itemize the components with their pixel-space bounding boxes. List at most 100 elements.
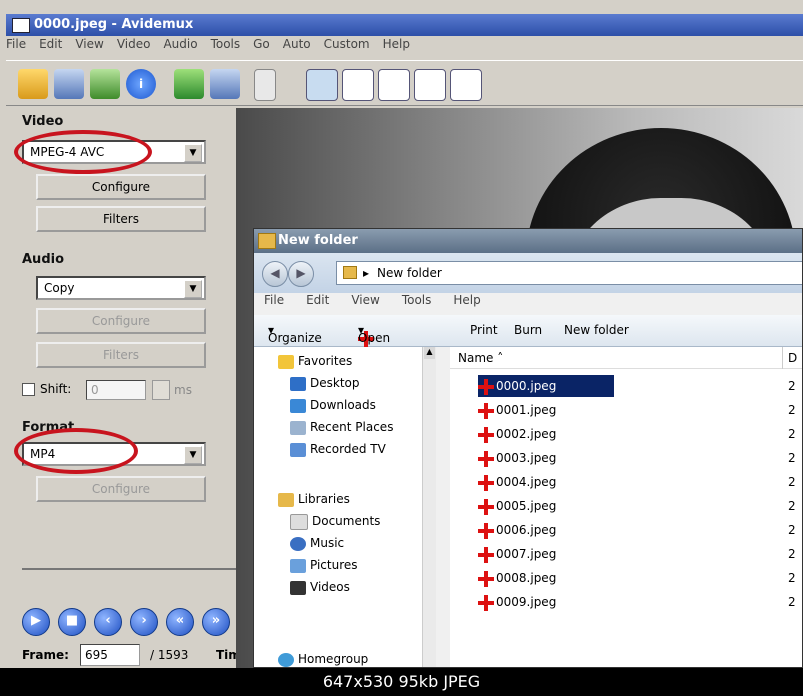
explorer-menu-view[interactable]: View	[351, 293, 379, 307]
format-configure-button[interactable]: Configure	[36, 476, 206, 502]
explorer-menu-help[interactable]: Help	[453, 293, 480, 307]
play-icon[interactable]: ▶	[22, 608, 50, 636]
nav-recorded-tv[interactable]: Recorded TV	[290, 439, 386, 459]
shift-checkbox[interactable]	[22, 383, 35, 396]
command-bar: Organize ▾ Open ▾ Print Burn New folder	[254, 315, 802, 347]
organize-button[interactable]: Organize ▾	[268, 323, 322, 345]
nav-downloads[interactable]: Downloads	[290, 395, 376, 415]
save-alt-icon[interactable]	[210, 69, 240, 99]
chevron-down-icon[interactable]: ▼	[184, 446, 202, 464]
address-bar[interactable]: ▸ New folder	[336, 261, 802, 285]
column-header-name[interactable]: Name ˄	[458, 351, 503, 365]
back-icon[interactable]: ◀	[262, 261, 288, 287]
scroll-up-icon[interactable]: ▲	[424, 347, 435, 359]
file-item[interactable]: 0008.jpeg	[478, 567, 778, 589]
nav-recent-places[interactable]: Recent Places	[290, 417, 393, 437]
menu-video[interactable]: Video	[117, 37, 151, 51]
chevron-down-icon[interactable]: ▼	[184, 280, 202, 298]
audio-codec-select[interactable]: Copy ▼	[36, 276, 206, 300]
timeline-slider[interactable]	[22, 568, 236, 570]
info-icon[interactable]: i	[126, 69, 156, 99]
jpeg-file-icon	[478, 426, 494, 443]
calculator-icon[interactable]	[174, 69, 204, 99]
shift-unit: ms	[174, 383, 192, 397]
file-item[interactable]: 0000.jpeg	[478, 375, 614, 397]
downloads-icon	[290, 398, 306, 413]
previous-frame-icon[interactable]: ‹	[94, 608, 122, 636]
file-item[interactable]: 0009.jpeg	[478, 591, 778, 613]
explorer-menu-edit[interactable]: Edit	[306, 293, 329, 307]
nav-videos[interactable]: Videos	[290, 577, 350, 597]
file-item[interactable]: 0004.jpeg	[478, 471, 778, 493]
music-icon	[290, 536, 306, 551]
view-mode-2-icon[interactable]	[342, 69, 374, 101]
file-date-cell: 2	[788, 595, 796, 609]
breadcrumb-arrow-icon[interactable]: ▸	[363, 266, 369, 280]
menu-help[interactable]: Help	[383, 37, 410, 51]
audio-filters-button[interactable]: Filters	[36, 342, 206, 368]
nav-libraries[interactable]: Libraries	[278, 489, 350, 509]
open-button[interactable]: Open ▾	[358, 323, 390, 347]
next-keyframe-icon[interactable]: »	[202, 608, 230, 636]
shift-input[interactable]: 0	[86, 380, 146, 400]
file-date-cell: 2	[788, 571, 796, 585]
nav-favorites[interactable]: Favorites	[278, 351, 352, 371]
file-item[interactable]: 0006.jpeg	[478, 519, 778, 541]
view-mode-5-icon[interactable]	[450, 69, 482, 101]
shift-spinner[interactable]	[152, 380, 170, 400]
open-alt-icon[interactable]	[90, 69, 120, 99]
menu-custom[interactable]: Custom	[324, 37, 370, 51]
chevron-down-icon[interactable]: ▼	[184, 144, 202, 162]
nav-desktop[interactable]: Desktop	[290, 373, 360, 393]
desktop-icon	[290, 376, 306, 391]
avidemux-window: 0000.jpeg - Avidemux File Edit View Video Au…	[0, 0, 803, 668]
explorer-title: New folder	[278, 233, 358, 248]
audio-label: Audio	[22, 252, 65, 267]
navigation-pane: Favorites Desktop Downloads Recent Place…	[254, 347, 436, 667]
nav-music[interactable]: Music	[290, 533, 344, 553]
menu-tools[interactable]: Tools	[211, 37, 241, 51]
forward-icon[interactable]: ▶	[288, 261, 314, 287]
file-item[interactable]: 0001.jpeg	[478, 399, 778, 421]
new-folder-button[interactable]: New folder	[564, 323, 629, 337]
burn-button[interactable]: Burn	[514, 323, 542, 337]
file-item[interactable]: 0003.jpeg	[478, 447, 778, 469]
address-text: New folder	[377, 266, 442, 280]
nav-scrollbar[interactable]: ▲	[422, 347, 436, 667]
file-item[interactable]: 0007.jpeg	[478, 543, 778, 565]
explorer-menu-tools[interactable]: Tools	[402, 293, 432, 307]
video-configure-button[interactable]: Configure	[36, 174, 206, 200]
audio-configure-button[interactable]: Configure	[36, 308, 206, 334]
next-frame-icon[interactable]: ›	[130, 608, 158, 636]
print-button[interactable]: Print	[470, 323, 498, 337]
frame-input[interactable]: 695	[80, 644, 140, 666]
file-item[interactable]: 0002.jpeg	[478, 423, 778, 445]
star-icon	[278, 354, 294, 369]
menu-audio[interactable]: Audio	[163, 37, 197, 51]
view-mode-1-icon[interactable]	[306, 69, 338, 101]
audio-codec-value: Copy	[44, 281, 75, 295]
view-mode-3-icon[interactable]	[378, 69, 410, 101]
menu-go[interactable]: Go	[253, 37, 270, 51]
file-item[interactable]: 0005.jpeg	[478, 495, 778, 517]
menu-edit[interactable]: Edit	[39, 37, 62, 51]
open-icon[interactable]	[18, 69, 48, 99]
nav-homegroup[interactable]: Homegroup	[278, 649, 368, 667]
stop-icon[interactable]: ■	[58, 608, 86, 636]
view-mode-4-icon[interactable]	[414, 69, 446, 101]
frame-total: / 1593	[150, 648, 189, 662]
explorer-window: New folder ◀ ▶ ▸ New folder File Edit View…	[253, 228, 803, 668]
video-filters-button[interactable]: Filters	[36, 206, 206, 232]
previous-keyframe-icon[interactable]: «	[166, 608, 194, 636]
nav-pictures[interactable]: Pictures	[290, 555, 358, 575]
save-icon[interactable]	[54, 69, 84, 99]
blank-icon[interactable]	[254, 69, 276, 101]
menu-auto[interactable]: Auto	[283, 37, 311, 51]
nav-documents[interactable]: Documents	[290, 511, 380, 531]
explorer-menu-file[interactable]: File	[264, 293, 284, 307]
column-header-date[interactable]: D	[788, 351, 797, 365]
menu-file[interactable]: File	[6, 37, 26, 51]
pictures-icon	[290, 558, 306, 573]
column-divider[interactable]	[782, 347, 783, 369]
menu-view[interactable]: View	[75, 37, 103, 51]
